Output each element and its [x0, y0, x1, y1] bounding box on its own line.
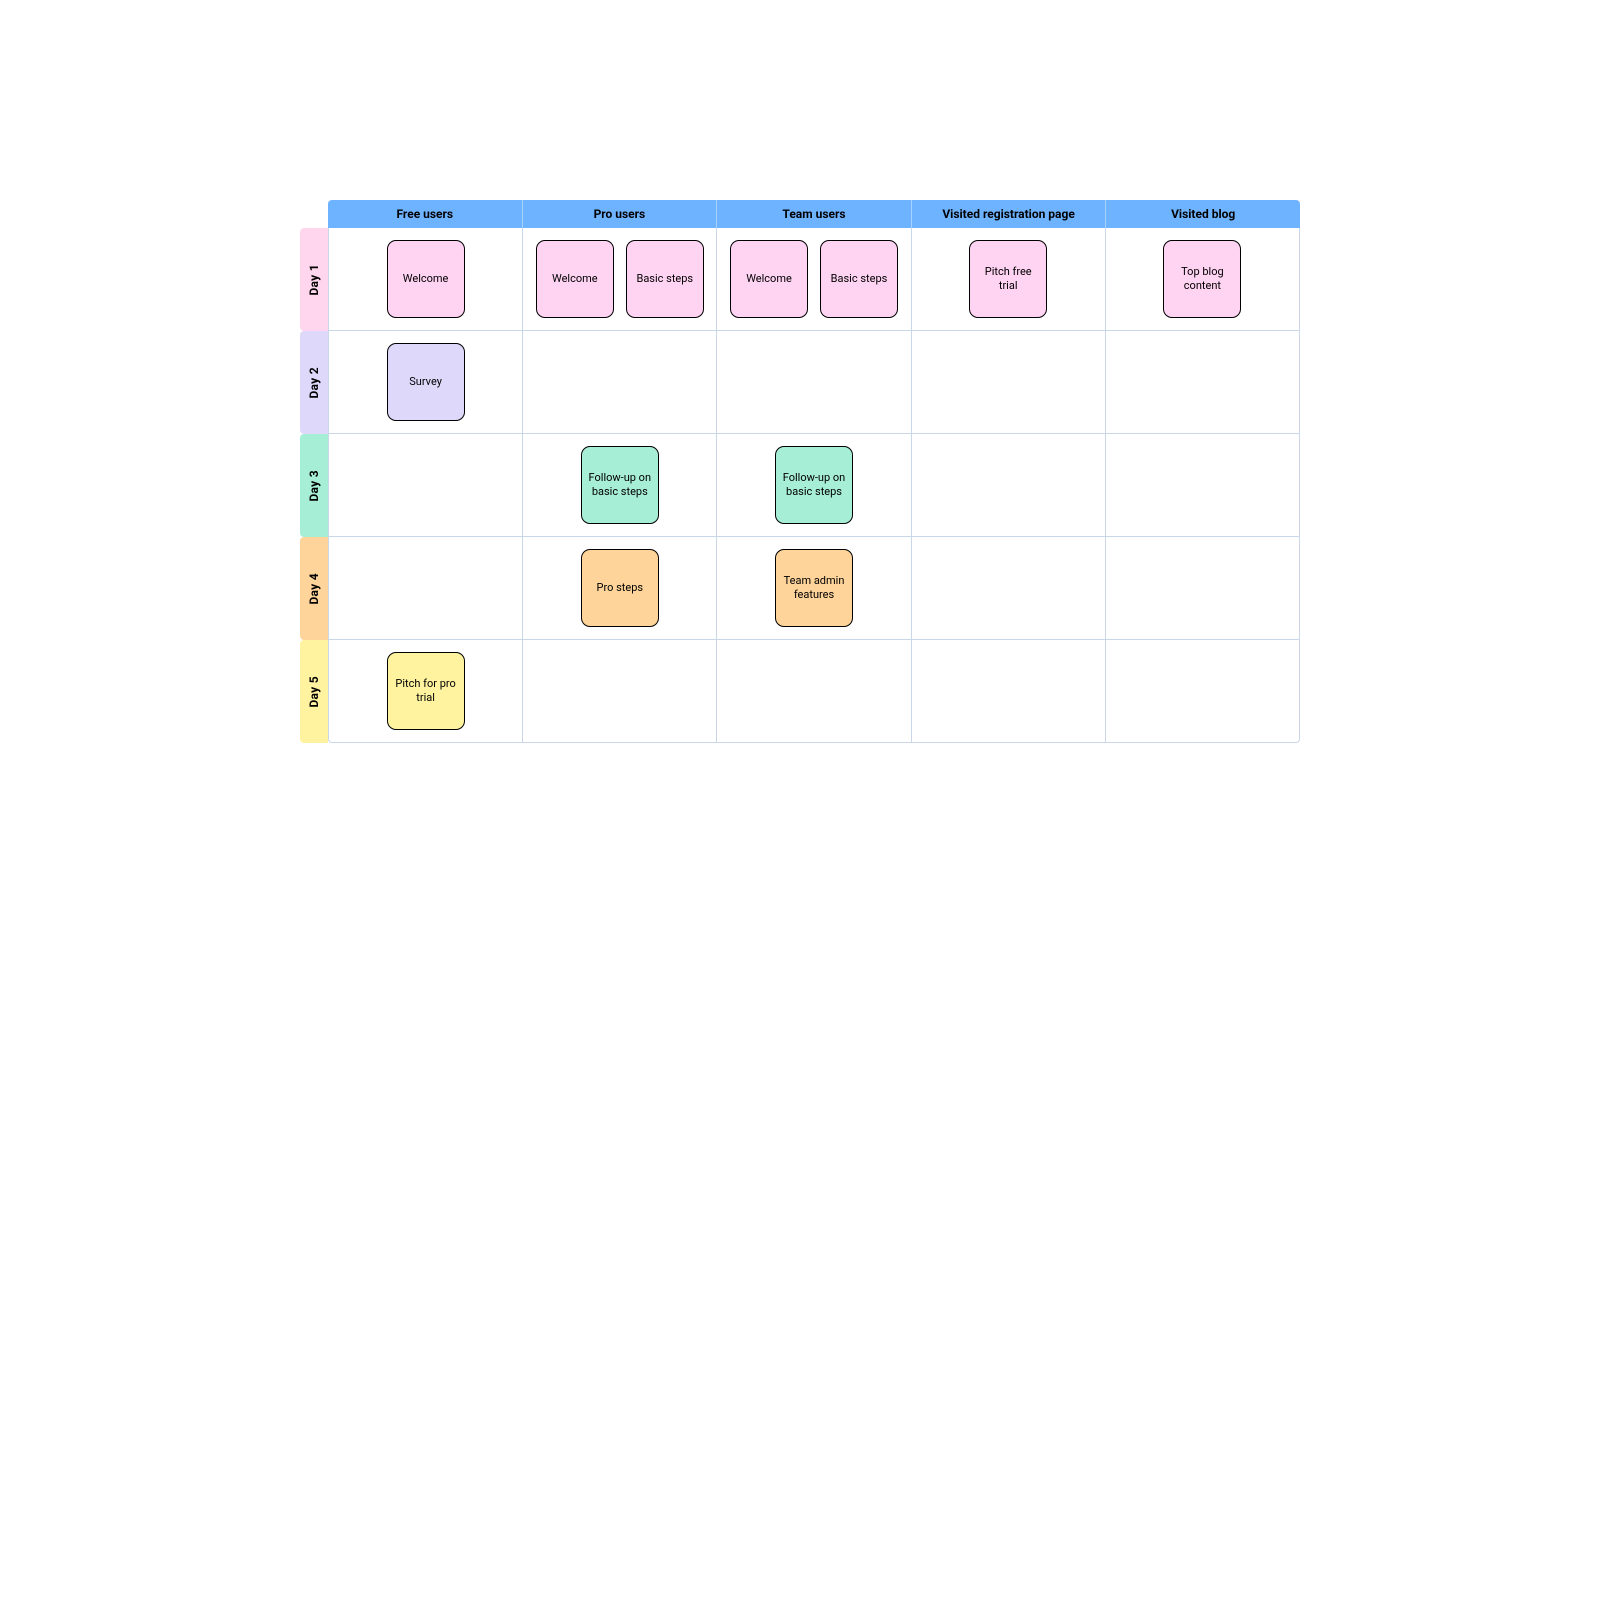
cell-day4-registration [912, 537, 1106, 640]
card-welcome-pro[interactable]: Welcome [536, 240, 614, 318]
cell-day2-free: Survey [328, 331, 523, 434]
column-header-pro-users: Pro users [523, 200, 718, 228]
card-welcome-free[interactable]: Welcome [387, 240, 465, 318]
row-label: Day 2 [307, 367, 321, 399]
cell-day4-free [328, 537, 523, 640]
card-survey[interactable]: Survey [387, 343, 465, 421]
header-cells: Free users Pro users Team users Visited … [328, 200, 1300, 228]
card-followup-basic-team[interactable]: Follow-up on basic steps [775, 446, 853, 524]
card-team-admin-features[interactable]: Team admin features [775, 549, 853, 627]
card-welcome-team[interactable]: Welcome [730, 240, 808, 318]
card-basic-steps-team[interactable]: Basic steps [820, 240, 898, 318]
row-header-day-3: Day 3 [300, 434, 328, 537]
row-header-day-5: Day 5 [300, 640, 328, 743]
row-header-day-2: Day 2 [300, 331, 328, 434]
column-header-team-users: Team users [717, 200, 912, 228]
cell-day5-free: Pitch for pro trial [328, 640, 523, 743]
cell-day3-registration [912, 434, 1106, 537]
cell-day5-pro [523, 640, 717, 743]
row-cells: Follow-up on basic steps Follow-up on ba… [328, 434, 1300, 537]
row-day-2: Day 2 Survey [300, 331, 1300, 434]
row-label: Day 5 [307, 676, 321, 708]
row-day-5: Day 5 Pitch for pro trial [300, 640, 1300, 743]
column-header-free-users: Free users [328, 200, 523, 228]
card-followup-basic-pro[interactable]: Follow-up on basic steps [581, 446, 659, 524]
cell-day2-pro [523, 331, 717, 434]
cell-day5-blog [1106, 640, 1300, 743]
row-cells: Pitch for pro trial [328, 640, 1300, 743]
cell-day4-pro: Pro steps [523, 537, 717, 640]
row-cells: Welcome Welcome Basic steps Welcome Basi… [328, 228, 1300, 331]
cell-day5-registration [912, 640, 1106, 743]
cell-day2-team [717, 331, 911, 434]
card-basic-steps-pro[interactable]: Basic steps [626, 240, 704, 318]
cell-day5-team [717, 640, 911, 743]
row-label: Day 1 [307, 264, 321, 296]
cell-day3-free [328, 434, 523, 537]
matrix-grid: Free users Pro users Team users Visited … [300, 200, 1300, 743]
cell-day3-team: Follow-up on basic steps [717, 434, 911, 537]
row-cells: Survey [328, 331, 1300, 434]
row-header-day-4: Day 4 [300, 537, 328, 640]
row-day-1: Day 1 Welcome Welcome Basic steps Welcom… [300, 228, 1300, 331]
cell-day4-blog [1106, 537, 1300, 640]
cell-day4-team: Team admin features [717, 537, 911, 640]
row-label: Day 3 [307, 470, 321, 502]
cell-day1-team: Welcome Basic steps [717, 228, 911, 331]
cell-day3-pro: Follow-up on basic steps [523, 434, 717, 537]
cell-day1-blog: Top blog content [1106, 228, 1300, 331]
card-pro-steps[interactable]: Pro steps [581, 549, 659, 627]
row-label: Day 4 [307, 573, 321, 605]
row-cells: Pro steps Team admin features [328, 537, 1300, 640]
row-day-4: Day 4 Pro steps Team admin features [300, 537, 1300, 640]
column-header-visited-registration: Visited registration page [912, 200, 1107, 228]
card-pitch-pro-trial[interactable]: Pitch for pro trial [387, 652, 465, 730]
diagram-canvas: Free users Pro users Team users Visited … [0, 0, 1600, 1600]
row-header-day-1: Day 1 [300, 228, 328, 331]
cell-day1-free: Welcome [328, 228, 523, 331]
row-day-3: Day 3 Follow-up on basic steps Follow-up… [300, 434, 1300, 537]
corner-spacer [300, 200, 328, 228]
cell-day2-blog [1106, 331, 1300, 434]
card-pitch-free-trial[interactable]: Pitch free trial [969, 240, 1047, 318]
cell-day1-pro: Welcome Basic steps [523, 228, 717, 331]
column-header-visited-blog: Visited blog [1106, 200, 1300, 228]
header-row: Free users Pro users Team users Visited … [300, 200, 1300, 228]
cell-day3-blog [1106, 434, 1300, 537]
cell-day1-registration: Pitch free trial [912, 228, 1106, 331]
cell-day2-registration [912, 331, 1106, 434]
card-top-blog-content[interactable]: Top blog content [1163, 240, 1241, 318]
